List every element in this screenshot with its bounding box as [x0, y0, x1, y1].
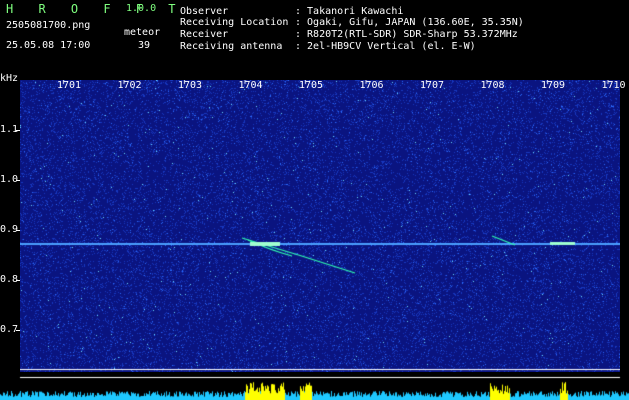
file-datetime: 25.05.08 17:00	[6, 40, 91, 51]
y-tick-mark	[16, 280, 20, 281]
x-tick-label: 1708	[480, 80, 505, 91]
meteor-count: 39	[138, 40, 151, 51]
y-tick-mark	[16, 130, 20, 131]
antenna-label: Receiving antenna	[180, 41, 283, 52]
x-tick-label: 1709	[541, 80, 566, 91]
x-tick-label: 1705	[299, 80, 324, 91]
receiver-value: : R820T2(RTL-SDR) SDR-Sharp 53.372MHz	[295, 29, 518, 40]
receiver-label: Receiver	[180, 29, 229, 40]
signal-strip	[0, 372, 629, 400]
x-tick-label: 1703	[178, 80, 203, 91]
y-tick-mark	[16, 180, 20, 181]
file-name: 2505081700.png	[6, 20, 91, 31]
x-tick-label: 1710	[601, 80, 626, 91]
x-tick-label: 1706	[359, 80, 384, 91]
app-title: H R O F F T	[6, 2, 185, 16]
spectrogram-canvas	[20, 80, 620, 380]
app-version: 1.0.0	[126, 3, 157, 14]
x-tick-label: 1704	[238, 80, 263, 91]
meteor-label: meteor	[124, 27, 161, 38]
location-value: : Ogaki, Gifu, JAPAN (136.60E, 35.35N)	[295, 17, 524, 28]
spectrogram	[20, 80, 620, 380]
x-tick-label: 1701	[57, 80, 82, 91]
x-tick-label: 1707	[420, 80, 445, 91]
y-tick-mark	[16, 230, 20, 231]
location-label: Receiving Location	[180, 17, 289, 28]
x-tick-label: 1702	[117, 80, 142, 91]
y-tick-mark	[16, 330, 20, 331]
antenna-value: : 2el-HB9CV Vertical (el. E-W)	[295, 41, 476, 52]
y-axis-unit: kHz	[0, 73, 19, 84]
